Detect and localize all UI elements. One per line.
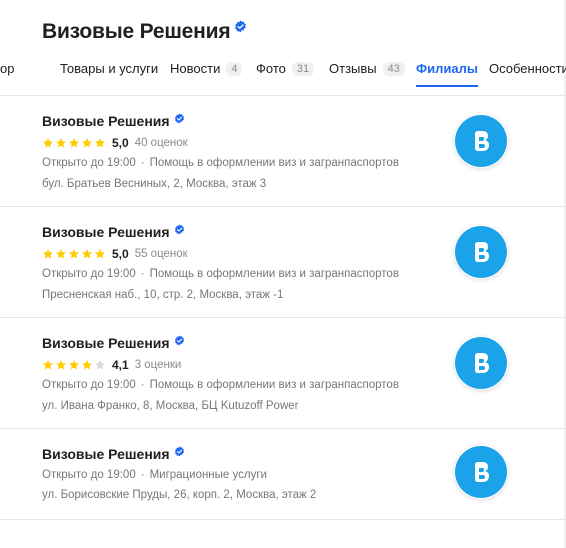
star-icon	[82, 360, 92, 370]
company-logo-icon	[455, 226, 507, 278]
branch-name: Визовые Решения	[42, 446, 170, 462]
branch-card[interactable]: Визовые Решения 5,0 40 оценок Открыто до…	[0, 96, 566, 207]
branch-name-row: Визовые Решения	[42, 223, 185, 240]
address-text: бул. Братьев Весниных, 2, Москва, этаж 3	[42, 178, 267, 190]
tab-label: Фото	[256, 61, 286, 76]
rating-count: 40 оценок	[134, 137, 188, 149]
star-icon	[43, 138, 53, 148]
branch-name: Визовые Решения	[42, 335, 170, 351]
branch-card[interactable]: Визовые Решения Открыто до 19:00 · Миграци…	[0, 429, 566, 520]
rating-stars	[42, 248, 106, 260]
star-icon	[95, 360, 105, 370]
rating-row: 5,0 40 оценок	[42, 136, 188, 150]
page-header: Визовые Решения ор Товары и услуги Новос…	[0, 0, 566, 96]
title-row: Визовые Решения	[42, 20, 247, 44]
star-icon	[69, 138, 79, 148]
separator-dot: ·	[140, 379, 145, 391]
verified-badge-icon	[174, 223, 184, 235]
company-logo	[454, 225, 508, 279]
rating-value: 4,1	[112, 358, 129, 372]
address-text: ул. Ивана Франко, 8, Москва, БЦ Kutuzoff…	[42, 400, 299, 412]
tab-label: Отзывы	[329, 61, 377, 76]
company-logo-icon	[455, 115, 507, 167]
star-icon	[56, 249, 66, 259]
tab-goods-services[interactable]: Товары и услуги	[60, 61, 158, 76]
tab-branches[interactable]: Филиалы	[416, 61, 478, 87]
separator-dot: ·	[140, 157, 145, 169]
tab-news[interactable]: Новости 4	[170, 61, 243, 76]
verified-badge-icon	[174, 334, 184, 346]
separator-dot: ·	[140, 469, 145, 481]
status-row: Открыто до 19:00 · Помощь в оформлении виз…	[42, 268, 399, 280]
verified-badge-icon	[235, 20, 247, 32]
company-logo-icon	[455, 337, 507, 389]
tab-count-badge: 4	[226, 61, 243, 76]
branches-list: Визовые Решения 5,0 40 оценок Открыто до…	[0, 96, 566, 520]
rating-row: 4,1 3 оценки	[42, 358, 181, 372]
status-row: Открыто до 19:00 · Миграционные услуги	[42, 469, 267, 481]
tab-photos[interactable]: Фото 31	[256, 61, 315, 76]
branch-card[interactable]: Визовые Решения 5,0 55 оценок Открыто до…	[0, 207, 566, 318]
star-icon	[95, 249, 105, 259]
tab-label: Особенности	[489, 61, 566, 76]
star-icon	[56, 138, 66, 148]
tab-count-badge: 31	[291, 61, 315, 76]
hours-text: Открыто до 19:00	[42, 469, 136, 481]
star-icon	[95, 138, 105, 148]
tabs-bar: ор Товары и услуги Новости 4 Фото 31 Отз…	[0, 56, 566, 96]
separator-dot: ·	[140, 268, 145, 280]
tab-overview[interactable]: ор	[0, 61, 14, 76]
hours-text: Открыто до 19:00	[42, 157, 136, 169]
branch-name-row: Визовые Решения	[42, 112, 185, 129]
rating-count: 55 оценок	[134, 248, 188, 260]
branch-card[interactable]: Визовые Решения 4,1 3 оценки Открыто до …	[0, 318, 566, 429]
tab-count-badge: 43	[382, 61, 405, 76]
company-logo	[454, 114, 508, 168]
star-icon	[69, 360, 79, 370]
tab-label: Новости	[170, 61, 221, 76]
verified-badge-icon	[174, 112, 184, 124]
company-logo	[454, 336, 508, 390]
branch-name: Визовые Решения	[42, 224, 170, 240]
status-row: Открыто до 19:00 · Помощь в оформлении виз…	[42, 157, 399, 169]
tab-features[interactable]: Особенности	[489, 61, 566, 76]
rating-stars	[42, 137, 106, 149]
rating-row: 5,0 55 оценок	[42, 247, 188, 261]
category-text: Помощь в оформлении виз и загранпаспорто…	[149, 379, 399, 391]
star-icon	[43, 360, 53, 370]
category-text: Миграционные услуги	[149, 469, 267, 481]
status-row: Открыто до 19:00 · Помощь в оформлении виз…	[42, 379, 399, 391]
rating-count: 3 оценки	[134, 359, 182, 371]
company-logo	[454, 445, 508, 499]
rating-stars	[42, 359, 106, 371]
verified-badge-icon	[174, 445, 184, 457]
branch-name-row: Визовые Решения	[42, 334, 185, 351]
address-text: Пресненская наб., 10, стр. 2, Москва, эт…	[42, 289, 284, 301]
branch-name-row: Визовые Решения	[42, 445, 185, 462]
company-logo-icon	[455, 446, 507, 498]
page-title: Визовые Решения	[42, 20, 231, 43]
rating-value: 5,0	[112, 136, 129, 150]
star-icon	[43, 249, 53, 259]
star-icon	[56, 360, 66, 370]
hours-text: Открыто до 19:00	[42, 268, 136, 280]
category-text: Помощь в оформлении виз и загранпаспорто…	[149, 157, 399, 169]
category-text: Помощь в оформлении виз и загранпаспорто…	[149, 268, 399, 280]
address-text: ул. Борисовские Пруды, 26, корп. 2, Моск…	[42, 489, 317, 501]
tab-reviews[interactable]: Отзывы 43	[329, 61, 405, 76]
star-icon	[82, 249, 92, 259]
branch-name: Визовые Решения	[42, 113, 170, 129]
star-icon	[82, 138, 92, 148]
rating-value: 5,0	[112, 247, 129, 261]
tab-label: ор	[0, 61, 15, 76]
tab-label: Филиалы	[416, 61, 478, 76]
hours-text: Открыто до 19:00	[42, 379, 136, 391]
star-icon	[69, 249, 79, 259]
tab-label: Товары и услуги	[60, 61, 159, 76]
